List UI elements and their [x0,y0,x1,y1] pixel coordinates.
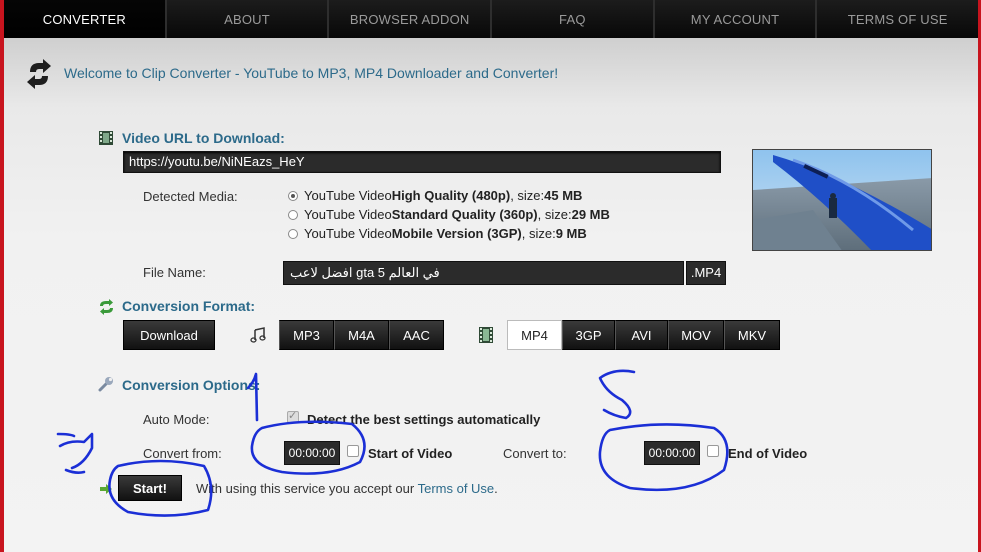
start-of-video-checkbox[interactable] [347,445,359,457]
arrow-right-icon [100,484,112,494]
option-size: 29 MB [571,207,610,222]
video-thumbnail [752,149,932,251]
start-button[interactable]: Start! [118,475,182,501]
option-prefix: YouTube Video [304,188,392,203]
option-size-label: , size: [521,226,556,241]
end-of-video-label: End of Video [728,446,808,461]
nav-about[interactable]: ABOUT [166,0,330,38]
video-format-group: MP4 3GP AVI MOV MKV [507,320,780,350]
nav-converter[interactable]: CONVERTER [4,0,167,38]
format-m4a-button[interactable]: M4A [334,320,389,350]
option-size-label: , size: [537,207,572,222]
format-avi-button[interactable]: AVI [615,320,668,350]
option-prefix: YouTube Video [304,226,392,241]
film-icon [99,131,113,145]
file-extension: .MP4 [686,261,726,285]
audio-format-group: MP3 M4A AAC [279,320,444,350]
terms-of-use-link[interactable]: Terms of Use [418,481,495,496]
welcome-text: Welcome to Clip Converter - YouTube to M… [64,65,559,81]
refresh-icon [27,59,51,89]
option-quality: Mobile Version (3GP) [391,226,522,241]
nav-faq[interactable]: FAQ [492,0,655,38]
media-option-480p[interactable]: YouTube Video High Quality (480p) , size… [288,188,582,203]
format-mov-button[interactable]: MOV [668,320,724,350]
format-aac-button[interactable]: AAC [389,320,444,350]
music-note-icon [250,327,266,343]
terms-notice: With using this service you accept our T… [196,481,498,496]
nav-browser-addon[interactable]: BROWSER ADDON [329,0,493,38]
conversion-format-title: Conversion Format: [122,298,256,314]
convert-to-label: Convert to: [503,446,567,461]
option-prefix: YouTube Video [304,207,392,222]
nav-my-account[interactable]: MY ACCOUNT [654,0,818,38]
option-quality: High Quality (480p) [391,188,511,203]
main-nav: CONVERTER ABOUT BROWSER ADDON FAQ MY ACC… [4,0,979,38]
format-mp4-button[interactable]: MP4 [507,320,562,350]
format-mp3-button[interactable]: MP3 [279,320,334,350]
video-url-title: Video URL to Download: [122,130,285,146]
terms-suffix: . [494,481,498,496]
option-size: 9 MB [555,226,587,241]
video-thumbnail-image [753,150,931,250]
option-quality: Standard Quality (360p) [391,207,538,222]
option-size-label: , size: [510,188,545,203]
option-size: 45 MB [544,188,583,203]
end-of-video-checkbox[interactable] [707,445,719,457]
conversion-options-title: Conversion Options: [122,377,261,393]
film-strip-icon [479,327,493,343]
convert-from-label: Convert from: [143,446,222,461]
format-mkv-button[interactable]: MKV [724,320,780,350]
convert-arrows-icon [100,299,113,315]
wrench-icon [98,377,113,392]
radio-480p[interactable] [288,190,298,201]
format-3gp-button[interactable]: 3GP [562,320,615,350]
nav-terms-of-use[interactable]: TERMS OF USE [817,0,979,38]
auto-mode-checkbox[interactable] [287,409,299,423]
file-name-label: File Name: [143,265,206,280]
start-of-video-label: Start of Video [368,446,453,461]
video-url-input[interactable]: https://youtu.be/NiNEazs_HeY [123,151,721,173]
convert-to-input[interactable]: 00:00:00 [644,441,700,465]
auto-mode-label: Auto Mode: [143,412,210,427]
auto-mode-text: Detect the best settings automatically [307,412,541,427]
radio-360p[interactable] [288,209,298,220]
download-button[interactable]: Download [123,320,215,350]
detected-media-label: Detected Media: [143,189,238,204]
media-option-360p[interactable]: YouTube Video Standard Quality (360p) , … [288,207,610,222]
terms-prefix: With using this service you accept our [196,481,418,496]
radio-3gp[interactable] [288,228,298,239]
media-option-3gp[interactable]: YouTube Video Mobile Version (3GP) , siz… [288,226,587,241]
file-name-input[interactable]: في العالم gta 5 افضل لاعب [283,261,684,285]
convert-from-input[interactable]: 00:00:00 [284,441,340,465]
main-content: Welcome to Clip Converter - YouTube to M… [4,38,978,552]
